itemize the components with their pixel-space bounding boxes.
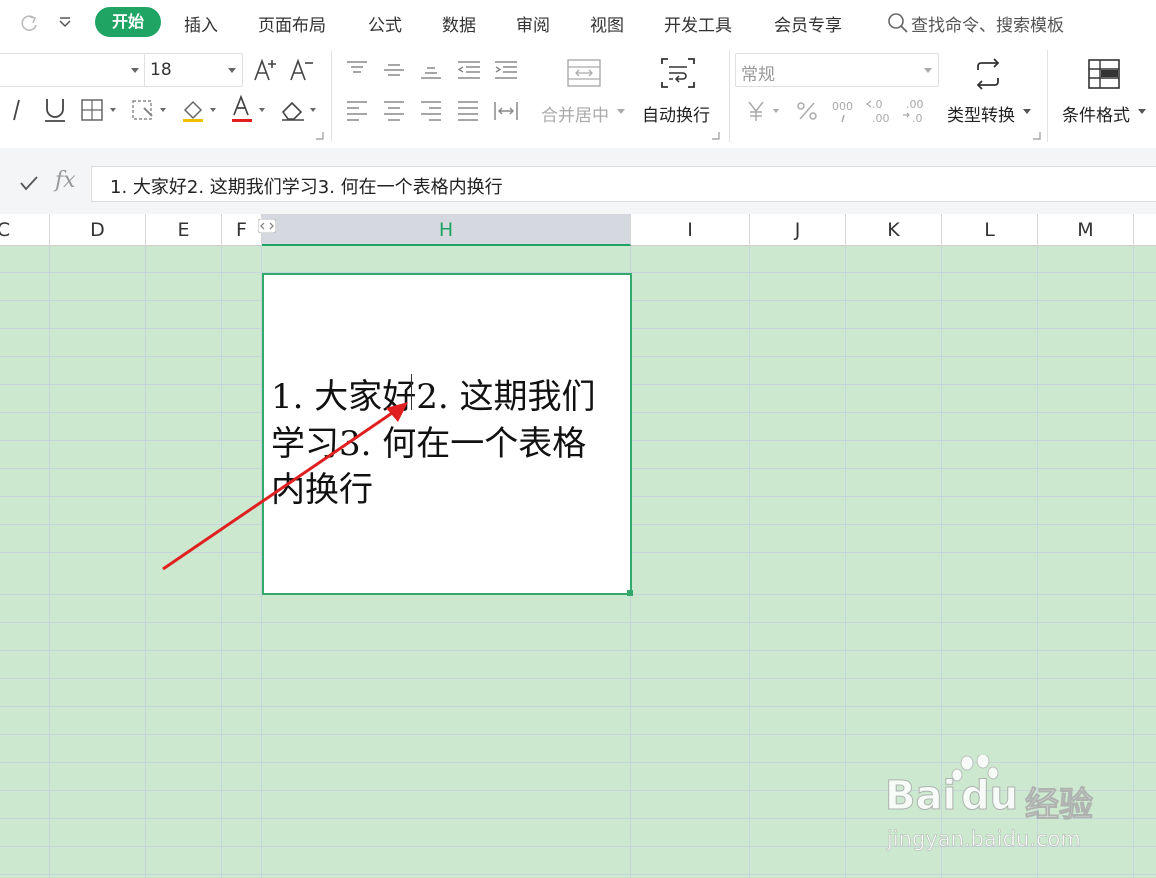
- column-header[interactable]: K: [846, 214, 942, 246]
- distributed-align-icon[interactable]: [493, 100, 519, 122]
- column-header-row: C D E F H I J K L M: [0, 214, 1156, 246]
- chevron-down-icon: [1138, 109, 1146, 115]
- underline-icon[interactable]: [42, 96, 68, 124]
- number-format-combo[interactable]: 常规: [735, 53, 939, 87]
- thousands-separator-icon[interactable]: 000: [830, 97, 858, 125]
- column-header-selected[interactable]: H: [262, 214, 631, 246]
- tab-home[interactable]: 开始: [95, 7, 161, 37]
- column-header[interactable]: I: [631, 214, 750, 246]
- checkmark-icon[interactable]: [19, 174, 39, 192]
- tab-member[interactable]: 会员专享: [774, 11, 842, 36]
- merge-center-icon[interactable]: [566, 58, 602, 88]
- chevron-down-icon: [924, 68, 932, 73]
- wrap-text-icon[interactable]: [660, 57, 696, 89]
- justify-icon[interactable]: [456, 100, 480, 122]
- dialog-launcher-icon[interactable]: [712, 132, 720, 140]
- search-icon[interactable]: [887, 12, 909, 34]
- tab-review[interactable]: 审阅: [516, 11, 550, 36]
- align-bottom-icon[interactable]: [419, 60, 443, 80]
- fill-color-icon[interactable]: [180, 96, 220, 124]
- dialog-launcher-icon[interactable]: [316, 132, 324, 140]
- align-center-icon[interactable]: [382, 100, 406, 122]
- conditional-format-icon[interactable]: [1087, 58, 1121, 90]
- decrease-decimal-icon[interactable]: .00.0: [902, 96, 932, 126]
- svg-text:.00: .00: [906, 98, 924, 111]
- font-name-combo[interactable]: [0, 53, 146, 87]
- search-command-input[interactable]: 查找命令、搜索模板: [911, 11, 1064, 36]
- column-header[interactable]: C: [0, 214, 50, 246]
- border-icon[interactable]: [80, 98, 120, 122]
- font-size-value: 18: [150, 60, 172, 80]
- chevron-down-icon: [228, 68, 236, 73]
- align-middle-icon[interactable]: [382, 60, 406, 80]
- merge-center-button[interactable]: 合并居中: [541, 101, 609, 126]
- tab-view[interactable]: 视图: [590, 11, 624, 36]
- ribbon-separator: [331, 50, 332, 142]
- ribbon: 18 合并居中 自动换行 常规 000 .0 .00 .00 .0 类型转换 条…: [0, 44, 1156, 148]
- tab-page-layout[interactable]: 页面布局: [258, 11, 326, 36]
- dialog-launcher-icon[interactable]: [1033, 132, 1041, 140]
- tab-developer[interactable]: 开发工具: [664, 11, 732, 36]
- watermark-brand-cn: 经验: [1025, 785, 1094, 826]
- watermark-url: jingyan.baidu.com: [887, 827, 1081, 852]
- font-color-icon[interactable]: [229, 94, 269, 124]
- align-top-icon[interactable]: [345, 60, 369, 80]
- cell-style-icon[interactable]: [130, 98, 170, 122]
- tab-insert[interactable]: 插入: [184, 11, 218, 36]
- percent-icon[interactable]: [795, 99, 819, 123]
- chevron-down-icon: [131, 68, 139, 73]
- column-header[interactable]: E: [146, 214, 222, 246]
- svg-text:.0: .0: [912, 112, 923, 125]
- increase-font-icon[interactable]: [253, 57, 279, 83]
- svg-text:.0: .0: [872, 98, 883, 111]
- tab-data[interactable]: 数据: [442, 11, 476, 36]
- wrap-text-button[interactable]: 自动换行: [642, 101, 710, 126]
- column-header[interactable]: M: [1038, 214, 1134, 246]
- ribbon-separator: [1047, 50, 1048, 142]
- ribbon-separator: [729, 50, 730, 142]
- conditional-format-button[interactable]: 条件格式: [1062, 101, 1130, 126]
- increase-indent-icon[interactable]: [493, 60, 519, 80]
- number-format-value: 常规: [741, 65, 775, 85]
- watermark-brand: Bai: [884, 773, 957, 820]
- hidden-column-toggle-icon[interactable]: [258, 219, 276, 233]
- menu-bar: 开始 插入 页面布局 公式 数据 审阅 视图 开发工具 会员专享 查找命令、搜索…: [0, 0, 1156, 44]
- font-name-value: [4, 60, 9, 80]
- column-header[interactable]: J: [750, 214, 846, 246]
- redo-icon[interactable]: [18, 12, 40, 34]
- type-convert-button[interactable]: 类型转换: [947, 101, 1015, 126]
- formula-content: 1. 大家好2. 这期我们学习3. 何在一个表格内换行: [110, 177, 503, 198]
- annotation-arrow-icon: [162, 402, 408, 571]
- italic-icon[interactable]: [8, 98, 26, 122]
- eraser-icon[interactable]: [280, 98, 320, 122]
- fx-icon[interactable]: fx: [55, 168, 76, 193]
- decrease-font-icon[interactable]: [289, 57, 315, 83]
- formula-bar: fx 1. 大家好2. 这期我们学习3. 何在一个表格内换行: [0, 148, 1156, 214]
- increase-decimal-icon[interactable]: .0.00: [866, 96, 896, 126]
- type-convert-icon[interactable]: [972, 58, 1004, 90]
- formula-input[interactable]: 1. 大家好2. 这期我们学习3. 何在一个表格内换行: [91, 166, 1156, 202]
- column-header[interactable]: F: [222, 214, 262, 246]
- svg-text:.00: .00: [872, 112, 890, 125]
- font-size-combo[interactable]: 18: [144, 53, 243, 87]
- currency-icon[interactable]: [745, 99, 785, 123]
- watermark-brand-2: du: [960, 773, 1019, 820]
- fill-handle[interactable]: [627, 590, 633, 596]
- decrease-indent-icon[interactable]: [456, 60, 482, 80]
- chevron-down-icon: [617, 109, 625, 115]
- align-left-icon[interactable]: [345, 100, 369, 122]
- align-right-icon[interactable]: [419, 100, 443, 122]
- quick-access-dropdown-icon[interactable]: [58, 16, 72, 28]
- svg-text:000: 000: [832, 100, 853, 113]
- column-header[interactable]: D: [50, 214, 146, 246]
- column-header[interactable]: L: [942, 214, 1038, 246]
- chevron-down-icon: [1023, 109, 1031, 115]
- tab-formulas[interactable]: 公式: [368, 11, 402, 36]
